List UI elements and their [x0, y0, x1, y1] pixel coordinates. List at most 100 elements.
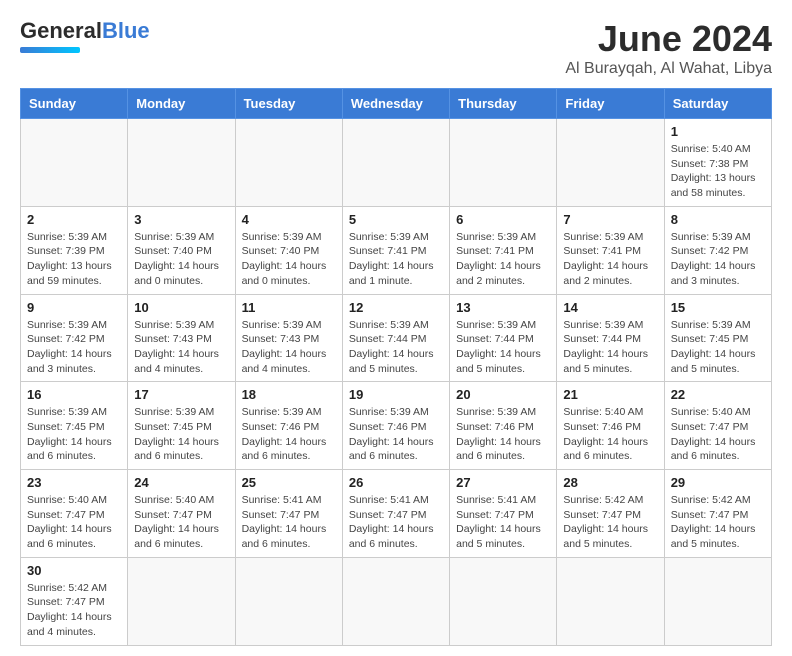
calendar-cell: 10 Sunrise: 5:39 AMSunset: 7:43 PMDayligh…: [128, 294, 235, 382]
day-info: Sunrise: 5:41 AMSunset: 7:47 PMDaylight:…: [456, 493, 550, 552]
calendar-wrapper: SundayMondayTuesdayWednesdayThursdayFrid…: [0, 88, 792, 656]
logo: General Blue: [20, 18, 150, 53]
calendar-cell: 18 Sunrise: 5:39 AMSunset: 7:46 PMDayligh…: [235, 382, 342, 470]
day-number: 23: [27, 475, 121, 490]
day-number: 19: [349, 387, 443, 402]
day-number: 27: [456, 475, 550, 490]
calendar-cell: 28 Sunrise: 5:42 AMSunset: 7:47 PMDayligh…: [557, 470, 664, 558]
day-info: Sunrise: 5:39 AMSunset: 7:43 PMDaylight:…: [134, 318, 228, 377]
calendar-body: 1 Sunrise: 5:40 AMSunset: 7:38 PMDaylight…: [21, 119, 772, 646]
calendar-cell: 17Sunrise: 5:39 AMSunset: 7:45 PMDayligh…: [128, 382, 235, 470]
calendar-week-3: 9 Sunrise: 5:39 AMSunset: 7:42 PMDaylight…: [21, 294, 772, 382]
day-info: Sunrise: 5:39 AMSunset: 7:46 PMDaylight:…: [349, 405, 443, 464]
calendar-cell: [128, 557, 235, 645]
header-day-thursday: Thursday: [450, 89, 557, 119]
day-info: Sunrise: 5:39 AMSunset: 7:40 PMDaylight:…: [242, 230, 336, 289]
page-header: General Blue June 2024 Al Burayqah, Al W…: [0, 0, 792, 88]
calendar-cell: [664, 557, 771, 645]
header-day-saturday: Saturday: [664, 89, 771, 119]
day-info: Sunrise: 5:39 AMSunset: 7:43 PMDaylight:…: [242, 318, 336, 377]
day-number: 25: [242, 475, 336, 490]
calendar-cell: 7Sunrise: 5:39 AMSunset: 7:41 PMDaylight…: [557, 206, 664, 294]
calendar-cell: 24 Sunrise: 5:40 AMSunset: 7:47 PMDayligh…: [128, 470, 235, 558]
day-number: 1: [671, 124, 765, 139]
calendar-cell: 14 Sunrise: 5:39 AMSunset: 7:44 PMDayligh…: [557, 294, 664, 382]
day-info: Sunrise: 5:40 AMSunset: 7:47 PMDaylight:…: [671, 405, 765, 464]
calendar-cell: [342, 557, 449, 645]
day-info: Sunrise: 5:41 AMSunset: 7:47 PMDaylight:…: [349, 493, 443, 552]
day-info: Sunrise: 5:39 AMSunset: 7:44 PMDaylight:…: [456, 318, 550, 377]
calendar-cell: 26 Sunrise: 5:41 AMSunset: 7:47 PMDayligh…: [342, 470, 449, 558]
day-number: 12: [349, 300, 443, 315]
day-info: Sunrise: 5:39 AMSunset: 7:41 PMDaylight:…: [456, 230, 550, 289]
calendar-cell: 27 Sunrise: 5:41 AMSunset: 7:47 PMDayligh…: [450, 470, 557, 558]
logo-bar: [20, 47, 80, 53]
calendar-week-4: 16Sunrise: 5:39 AMSunset: 7:45 PMDayligh…: [21, 382, 772, 470]
day-number: 22: [671, 387, 765, 402]
day-info: Sunrise: 5:39 AMSunset: 7:46 PMDaylight:…: [242, 405, 336, 464]
calendar-cell: [21, 119, 128, 207]
calendar-cell: 6 Sunrise: 5:39 AMSunset: 7:41 PMDaylight…: [450, 206, 557, 294]
logo-general: General: [20, 18, 102, 44]
calendar-cell: 4 Sunrise: 5:39 AMSunset: 7:40 PMDaylight…: [235, 206, 342, 294]
calendar-cell: 2 Sunrise: 5:39 AMSunset: 7:39 PMDaylight…: [21, 206, 128, 294]
day-info: Sunrise: 5:39 AMSunset: 7:45 PMDaylight:…: [671, 318, 765, 377]
calendar-cell: 30Sunrise: 5:42 AMSunset: 7:47 PMDayligh…: [21, 557, 128, 645]
day-info: Sunrise: 5:39 AMSunset: 7:46 PMDaylight:…: [456, 405, 550, 464]
day-number: 3: [134, 212, 228, 227]
calendar-cell: 11 Sunrise: 5:39 AMSunset: 7:43 PMDayligh…: [235, 294, 342, 382]
day-number: 7: [563, 212, 657, 227]
header-row: SundayMondayTuesdayWednesdayThursdayFrid…: [21, 89, 772, 119]
calendar-week-1: 1 Sunrise: 5:40 AMSunset: 7:38 PMDaylight…: [21, 119, 772, 207]
day-number: 21: [563, 387, 657, 402]
calendar-cell: 20 Sunrise: 5:39 AMSunset: 7:46 PMDayligh…: [450, 382, 557, 470]
day-info: Sunrise: 5:40 AMSunset: 7:38 PMDaylight:…: [671, 142, 765, 201]
day-number: 6: [456, 212, 550, 227]
day-info: Sunrise: 5:39 AMSunset: 7:42 PMDaylight:…: [27, 318, 121, 377]
calendar-cell: 8 Sunrise: 5:39 AMSunset: 7:42 PMDaylight…: [664, 206, 771, 294]
calendar-week-5: 23 Sunrise: 5:40 AMSunset: 7:47 PMDayligh…: [21, 470, 772, 558]
day-number: 2: [27, 212, 121, 227]
calendar-cell: 21Sunrise: 5:40 AMSunset: 7:46 PMDayligh…: [557, 382, 664, 470]
day-number: 9: [27, 300, 121, 315]
day-info: Sunrise: 5:39 AMSunset: 7:42 PMDaylight:…: [671, 230, 765, 289]
calendar-cell: [450, 119, 557, 207]
day-number: 24: [134, 475, 228, 490]
day-number: 14: [563, 300, 657, 315]
day-info: Sunrise: 5:39 AMSunset: 7:41 PMDaylight:…: [349, 230, 443, 289]
day-info: Sunrise: 5:39 AMSunset: 7:39 PMDaylight:…: [27, 230, 121, 289]
day-number: 13: [456, 300, 550, 315]
day-number: 8: [671, 212, 765, 227]
calendar-week-6: 30Sunrise: 5:42 AMSunset: 7:47 PMDayligh…: [21, 557, 772, 645]
title-block: June 2024 Al Burayqah, Al Wahat, Libya: [565, 18, 772, 78]
calendar-cell: 3Sunrise: 5:39 AMSunset: 7:40 PMDaylight…: [128, 206, 235, 294]
logo-blue: Blue: [102, 18, 150, 44]
calendar-cell: [128, 119, 235, 207]
calendar-table: SundayMondayTuesdayWednesdayThursdayFrid…: [20, 88, 772, 646]
calendar-week-2: 2 Sunrise: 5:39 AMSunset: 7:39 PMDaylight…: [21, 206, 772, 294]
page-subtitle: Al Burayqah, Al Wahat, Libya: [565, 60, 772, 78]
calendar-cell: 22 Sunrise: 5:40 AMSunset: 7:47 PMDayligh…: [664, 382, 771, 470]
day-info: Sunrise: 5:40 AMSunset: 7:47 PMDaylight:…: [27, 493, 121, 552]
day-info: Sunrise: 5:42 AMSunset: 7:47 PMDaylight:…: [671, 493, 765, 552]
day-number: 30: [27, 563, 121, 578]
day-number: 4: [242, 212, 336, 227]
day-number: 20: [456, 387, 550, 402]
day-number: 10: [134, 300, 228, 315]
day-info: Sunrise: 5:40 AMSunset: 7:47 PMDaylight:…: [134, 493, 228, 552]
day-number: 26: [349, 475, 443, 490]
header-day-tuesday: Tuesday: [235, 89, 342, 119]
day-info: Sunrise: 5:41 AMSunset: 7:47 PMDaylight:…: [242, 493, 336, 552]
day-number: 18: [242, 387, 336, 402]
header-day-sunday: Sunday: [21, 89, 128, 119]
calendar-cell: 12Sunrise: 5:39 AMSunset: 7:44 PMDayligh…: [342, 294, 449, 382]
day-number: 28: [563, 475, 657, 490]
day-number: 15: [671, 300, 765, 315]
day-info: Sunrise: 5:42 AMSunset: 7:47 PMDaylight:…: [563, 493, 657, 552]
day-number: 11: [242, 300, 336, 315]
calendar-header: SundayMondayTuesdayWednesdayThursdayFrid…: [21, 89, 772, 119]
day-info: Sunrise: 5:39 AMSunset: 7:44 PMDaylight:…: [563, 318, 657, 377]
calendar-cell: 19 Sunrise: 5:39 AMSunset: 7:46 PMDayligh…: [342, 382, 449, 470]
header-day-wednesday: Wednesday: [342, 89, 449, 119]
calendar-cell: [235, 557, 342, 645]
